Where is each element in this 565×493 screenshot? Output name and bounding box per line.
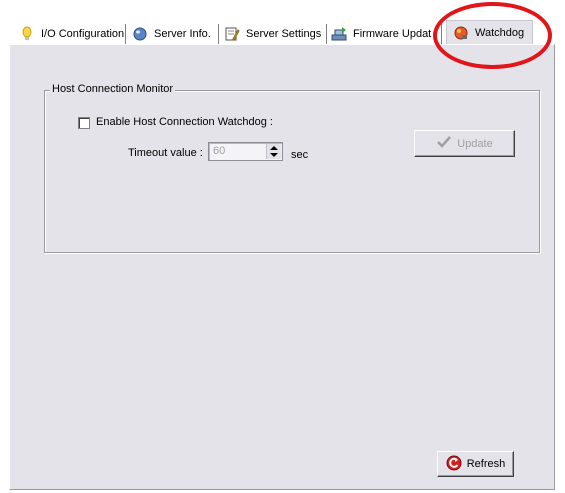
tab-server-info[interactable]: Server Info.	[132, 24, 211, 44]
enable-watchdog-checkbox[interactable]	[78, 117, 90, 129]
timeout-value: 60	[213, 145, 226, 157]
firmware-update-icon	[331, 26, 347, 42]
timeout-label: Timeout value :	[128, 147, 203, 159]
tab-divider	[125, 24, 126, 44]
tab-divider	[326, 24, 327, 44]
tab-firmware-update[interactable]: Firmware Updat	[331, 24, 431, 44]
settings-edit-icon	[224, 26, 240, 42]
refresh-icon	[446, 455, 462, 474]
timeout-spinbox[interactable]: 60	[208, 142, 283, 161]
tab-io-configuration[interactable]: I/O Configuration	[19, 24, 124, 44]
info-globe-icon	[132, 26, 148, 42]
lightbulb-icon	[19, 26, 35, 42]
spin-up-arrow-icon[interactable]	[270, 146, 278, 150]
tab-watchdog[interactable]: Watchdog	[446, 20, 533, 44]
tab-label: Server Info.	[154, 28, 211, 40]
update-button[interactable]: Update	[414, 130, 515, 157]
timeout-unit: sec	[291, 149, 309, 161]
refresh-button[interactable]: Refresh	[437, 451, 514, 477]
enable-watchdog-label: Enable Host Connection Watchdog :	[96, 116, 273, 128]
spin-down-arrow-icon[interactable]	[270, 153, 278, 157]
tab-label: I/O Configuration	[41, 28, 125, 40]
tab-label: Server Settings	[246, 28, 322, 40]
tab-divider	[218, 24, 219, 44]
checkmark-icon	[436, 135, 452, 152]
tab-label: Firmware Updat	[353, 28, 432, 40]
group-title: Host Connection Monitor	[50, 83, 176, 95]
tab-server-settings[interactable]: Server Settings	[224, 24, 321, 44]
tab-divider	[441, 24, 442, 44]
refresh-label: Refresh	[466, 458, 506, 470]
update-label: Update	[457, 137, 493, 150]
tab-label: Watchdog	[475, 26, 525, 39]
spin-buttons[interactable]	[266, 144, 281, 159]
tab-strip: I/O Configuration Server Info. Server Se…	[0, 0, 565, 46]
host-connection-monitor-group	[44, 90, 540, 253]
watchdog-icon	[453, 25, 469, 41]
